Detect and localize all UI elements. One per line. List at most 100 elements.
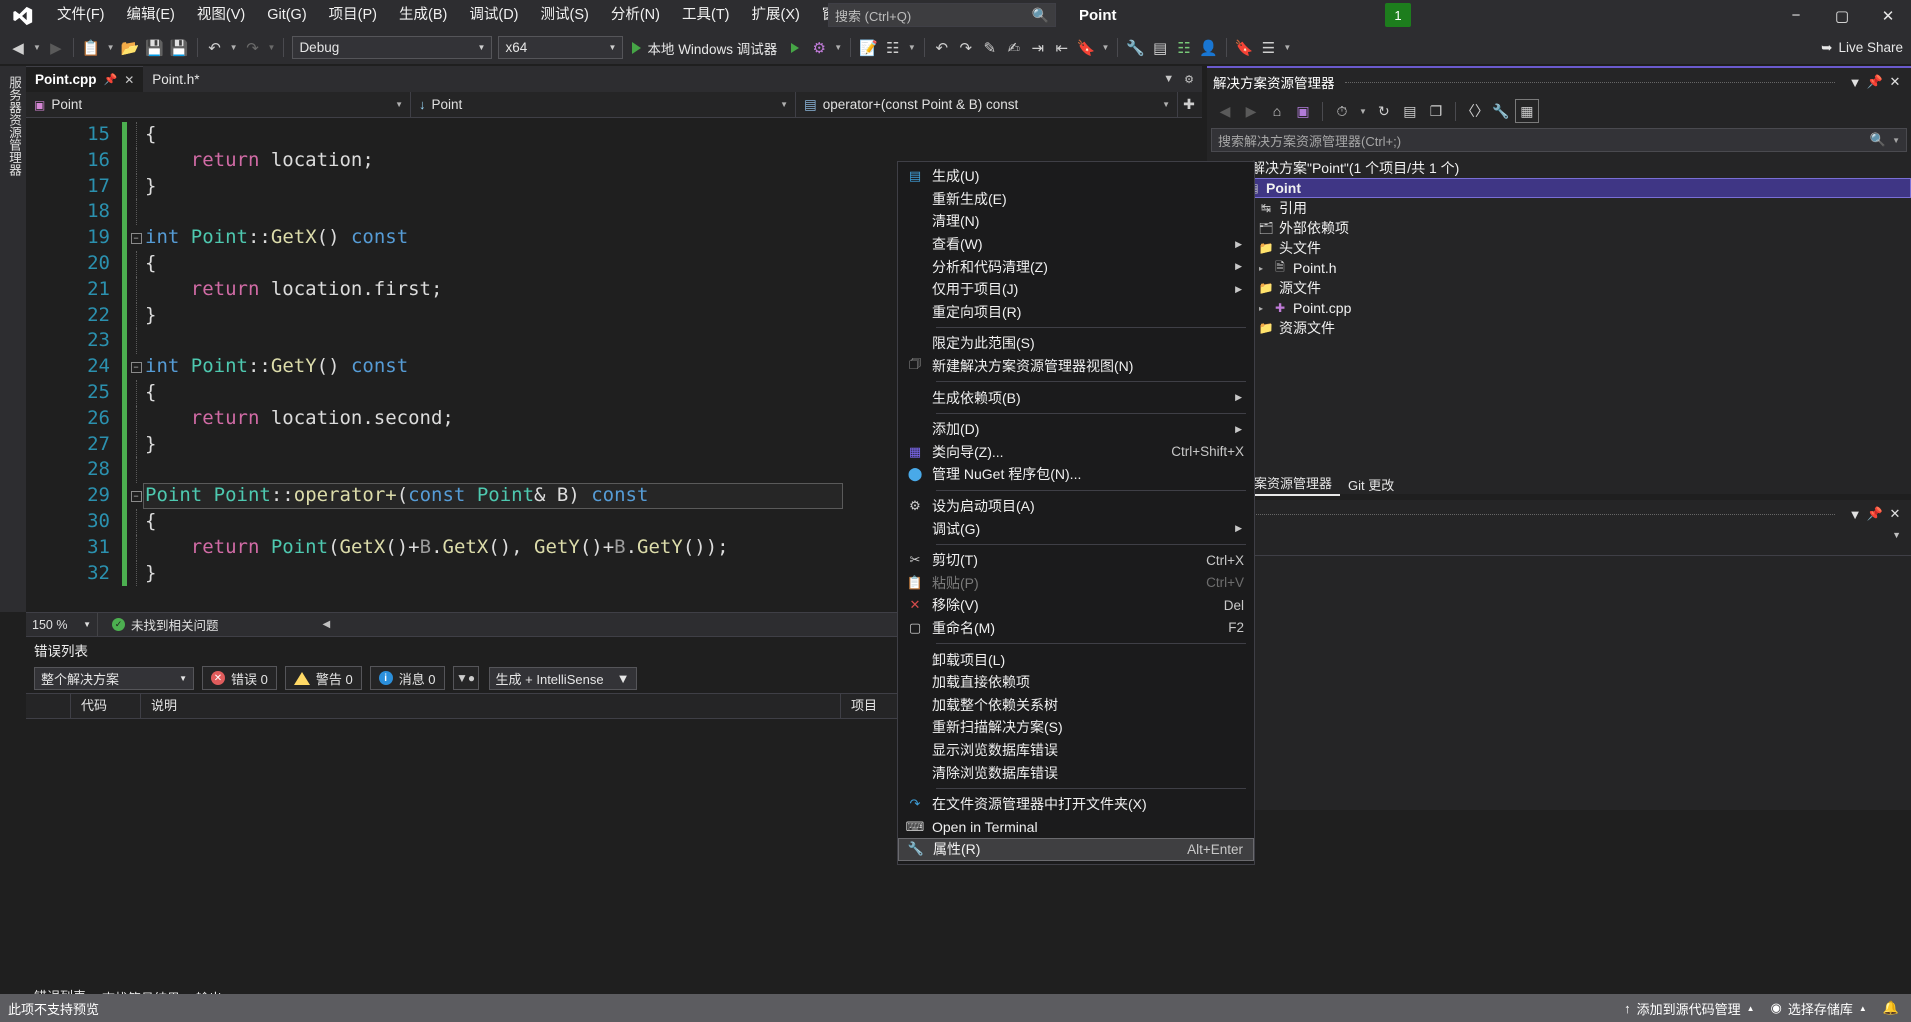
issue-nav-prev-icon[interactable]: ◀ xyxy=(323,619,331,630)
hot-reload-dropdown-icon[interactable]: ▼ xyxy=(831,43,845,52)
document-tab-point-h[interactable]: Point.h* xyxy=(143,66,208,92)
bookmark-window-icon[interactable]: 🔖 xyxy=(1232,35,1257,61)
context-menu-item-3[interactable]: 查看(W)▶ xyxy=(898,233,1254,256)
solution-view-icon[interactable]: ▣ xyxy=(1291,99,1315,123)
expander-icon[interactable]: ▸ xyxy=(1255,264,1267,273)
solution-tree-item-selected[interactable]: ▾▤Point xyxy=(1207,178,1911,198)
context-menu-item-34[interactable]: 🔧属性(R)Alt+Enter xyxy=(898,838,1254,861)
menu-item-6[interactable]: 调试(D) xyxy=(458,0,529,31)
configuration-combo[interactable]: Debug ▼ xyxy=(292,36,492,59)
error-column-description[interactable]: 说明 xyxy=(141,693,841,719)
navbar-scope-combo[interactable]: ▣ Point ▼ xyxy=(26,92,411,118)
tab-list-chevron-icon[interactable]: ▼ xyxy=(1163,73,1174,85)
minimize-button[interactable]: − xyxy=(1773,0,1819,31)
context-menu-item-28[interactable]: 重新扫描解决方案(S) xyxy=(898,716,1254,739)
context-menu-item-30[interactable]: 清除浏览数据库错误 xyxy=(898,761,1254,784)
context-menu-item-29[interactable]: 显示浏览数据库错误 xyxy=(898,739,1254,762)
menu-item-1[interactable]: 编辑(E) xyxy=(116,0,186,31)
context-menu-item-23[interactable]: ▢重命名(M)F2 xyxy=(898,617,1254,640)
solution-tree[interactable]: ▦解决方案"Point"(1 个项目/共 1 个)▾▤Point↹引用🗂外部依赖… xyxy=(1207,154,1911,338)
issue-status[interactable]: ✓ 未找到相关问题 xyxy=(98,615,233,634)
context-menu-item-14[interactable]: ▦类向导(Z)...Ctrl+Shift+X xyxy=(898,441,1254,464)
close-button[interactable]: ✕ xyxy=(1865,0,1911,31)
outlining-margin[interactable]: −−− xyxy=(127,118,145,612)
solution-tree-item[interactable]: ↹引用 xyxy=(1207,198,1911,218)
tab-settings-gear-icon[interactable]: ⚙ xyxy=(1184,73,1194,86)
collapse-all-icon[interactable]: ▤ xyxy=(1398,99,1422,123)
chevron-down-icon[interactable]: ▼ xyxy=(1892,530,1901,540)
context-menu-item-27[interactable]: 加载整个依赖关系树 xyxy=(898,693,1254,716)
solution-explorer-search-box[interactable]: 搜索解决方案资源管理器(Ctrl+;) 🔍 ▼ xyxy=(1211,128,1907,152)
context-menu-item-13[interactable]: 添加(D)▶ xyxy=(898,418,1254,441)
context-menu-item-18[interactable]: 调试(G)▶ xyxy=(898,517,1254,540)
outlining-collapse-toggle[interactable]: − xyxy=(127,354,145,380)
properties-window-icon[interactable]: ▤ xyxy=(1148,35,1172,61)
code-line[interactable]: { xyxy=(145,122,1202,148)
attach-dropdown-icon[interactable] xyxy=(783,35,807,61)
context-menu-item-2[interactable]: 清理(N) xyxy=(898,210,1254,233)
navbar-member-combo[interactable]: ↓ Point ▼ xyxy=(411,92,796,118)
solution-tree-item[interactable]: 📁资源文件 xyxy=(1207,318,1911,338)
open-file-icon[interactable]: 📂 xyxy=(118,35,143,61)
bookmark-dropdown-icon[interactable]: ▼ xyxy=(1098,43,1112,52)
context-menu-item-22[interactable]: ✕移除(V)Del xyxy=(898,594,1254,617)
menu-item-5[interactable]: 生成(B) xyxy=(388,0,458,31)
server-explorer-vertical-tab[interactable]: 服务器资源管理器 xyxy=(0,70,29,182)
back-dropdown-icon[interactable]: ▼ xyxy=(30,43,44,52)
context-menu-item-0[interactable]: ▤生成(U) xyxy=(898,165,1254,188)
show-all-files-icon[interactable]: ❐ xyxy=(1424,99,1448,123)
notifications-button[interactable]: 🔔 xyxy=(1883,1000,1899,1016)
global-search-input[interactable]: 搜索 (Ctrl+Q) xyxy=(835,6,911,25)
live-share-button[interactable]: ➥ Live Share xyxy=(1813,35,1911,61)
context-menu-item-11[interactable]: 生成依赖项(B)▶ xyxy=(898,386,1254,409)
chevron-down-icon[interactable]: ▼ xyxy=(1892,136,1900,145)
context-menu-item-26[interactable]: 加载直接依赖项 xyxy=(898,671,1254,694)
split-view-icon[interactable]: ✚ xyxy=(1178,96,1200,113)
document-tab-point-cpp[interactable]: Point.cpp 📌 ✕ xyxy=(26,66,143,92)
new-item-icon[interactable]: 📋 xyxy=(79,35,104,61)
pin-icon[interactable]: 📌 xyxy=(1865,74,1885,90)
error-column-code[interactable]: 代码 xyxy=(71,693,141,719)
pin-icon[interactable]: 📌 xyxy=(1865,506,1885,522)
outdent-icon[interactable]: ⇤ xyxy=(1050,35,1074,61)
context-menu-item-4[interactable]: 分析和代码清理(Z)▶ xyxy=(898,255,1254,278)
outlining-collapse-toggle[interactable]: − xyxy=(127,225,145,251)
filter-icon[interactable]: ▼● xyxy=(453,666,479,690)
select-repository-button[interactable]: ◉ 选择存储库 ▲ xyxy=(1771,999,1867,1018)
menu-item-7[interactable]: 测试(S) xyxy=(530,0,600,31)
layout-icon[interactable]: ☷ xyxy=(881,35,905,61)
context-menu-item-8[interactable]: 限定为此范围(S) xyxy=(898,332,1254,355)
context-menu-item-15[interactable]: ⬤管理 NuGet 程序包(N)... xyxy=(898,463,1254,486)
toolbox-icon[interactable]: 🔧 xyxy=(1123,35,1148,61)
solution-panel-tab-1[interactable]: Git 更改 xyxy=(1340,473,1402,496)
error-column-icon[interactable] xyxy=(26,693,71,719)
platform-combo[interactable]: x64 ▼ xyxy=(498,36,623,59)
code-view-icon[interactable]: 〈〉 xyxy=(1463,99,1487,123)
solution-search-input[interactable]: 搜索解决方案资源管理器(Ctrl+;) xyxy=(1218,131,1401,150)
preview-selected-items-icon[interactable]: 📝 xyxy=(856,35,881,61)
task-list-icon[interactable]: ☰ xyxy=(1256,35,1280,61)
warnings-toggle-button[interactable]: 警告 0 xyxy=(285,666,362,690)
messages-toggle-button[interactable]: i 消息 0 xyxy=(370,666,445,690)
start-debug-button[interactable]: 本地 Windows 调试器 xyxy=(626,35,783,61)
project-context-menu[interactable]: ▤生成(U)重新生成(E)清理(N)查看(W)▶分析和代码清理(Z)▶仅用于项目… xyxy=(897,161,1255,865)
zoom-level-combo[interactable]: 150 % ▼ xyxy=(26,613,98,637)
properties-wrench-icon[interactable]: 🔧 xyxy=(1489,99,1513,123)
comment-icon[interactable]: ✎ xyxy=(978,35,1002,61)
save-icon[interactable]: 💾 xyxy=(142,35,167,61)
step-icon[interactable]: ↶ xyxy=(930,35,954,61)
context-menu-item-1[interactable]: 重新生成(E) xyxy=(898,188,1254,211)
solution-tree-item[interactable]: ▦解决方案"Point"(1 个项目/共 1 个) xyxy=(1207,158,1911,178)
add-to-source-control-button[interactable]: ↑ 添加到源代码管理 ▲ xyxy=(1624,999,1754,1018)
home-icon[interactable]: ⌂ xyxy=(1265,99,1289,123)
new-item-dropdown-icon[interactable]: ▼ xyxy=(104,43,118,52)
menu-item-3[interactable]: Git(G) xyxy=(256,0,317,31)
refresh-icon[interactable]: ↻ xyxy=(1372,99,1396,123)
preview-icon[interactable]: ▦ xyxy=(1515,99,1539,123)
navbar-signature-combo[interactable]: ▤ operator+(const Point & B) const ▼ xyxy=(796,92,1178,118)
solution-tree-item[interactable]: ▾📁源文件 xyxy=(1207,278,1911,298)
chevron-down-icon[interactable]: ▼ xyxy=(1845,75,1865,90)
team-explorer-icon[interactable]: 👤 xyxy=(1196,35,1221,61)
task-list-dropdown-icon[interactable]: ▼ xyxy=(1280,43,1294,52)
menu-item-4[interactable]: 项目(P) xyxy=(318,0,388,31)
